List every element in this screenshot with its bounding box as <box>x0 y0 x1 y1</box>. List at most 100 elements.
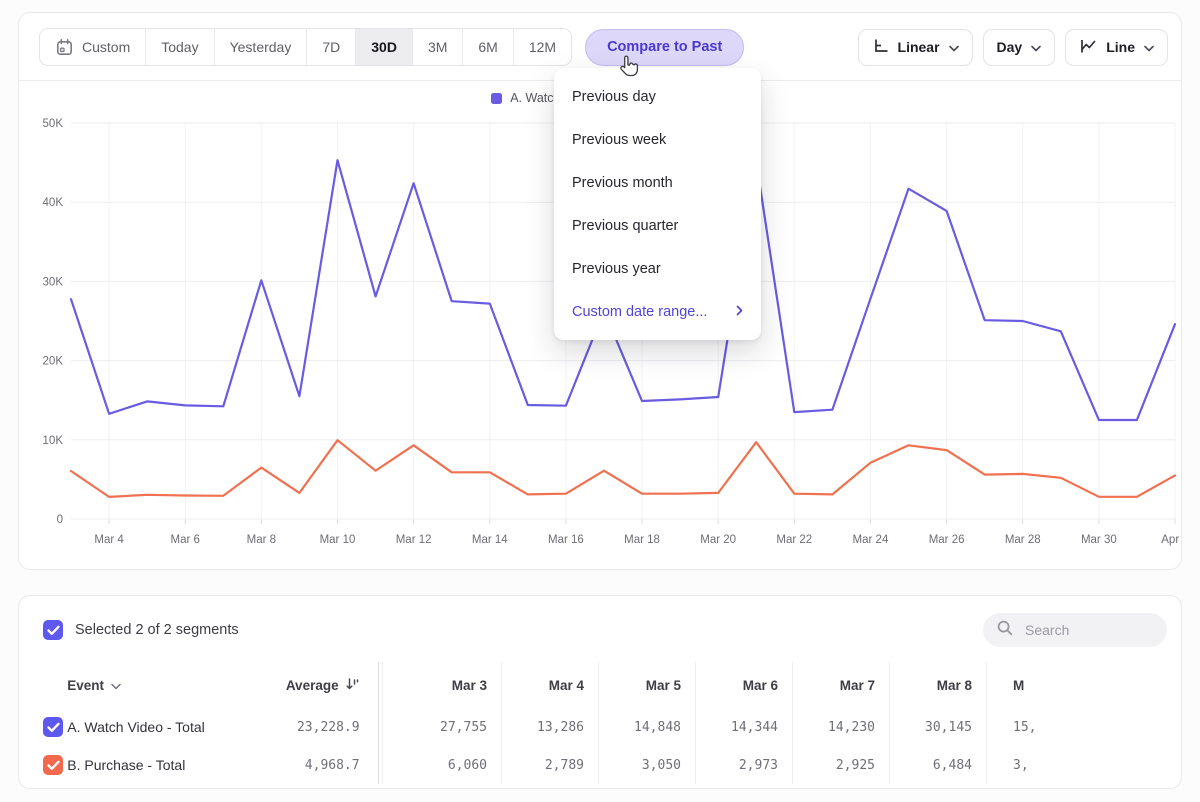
date-value-cell: 3, <box>987 746 1084 784</box>
date-value-cell: 3,050 <box>599 746 696 784</box>
table-body: A. Watch Video - Total23,228.9 27,75513,2… <box>19 708 1181 784</box>
y-axis-label: 50K <box>43 118 64 130</box>
interval-select-button[interactable]: Day <box>983 29 1056 66</box>
search-input[interactable] <box>1023 621 1154 639</box>
table-top-bar: Selected 2 of 2 segments <box>19 596 1181 662</box>
date-range-group: CustomTodayYesterday7D30D3M6M12M <box>39 28 572 66</box>
scale-select-button[interactable]: Linear <box>858 29 973 66</box>
y-axis-label: 20K <box>43 356 64 368</box>
x-axis-label: Mar 14 <box>472 534 508 546</box>
menu-item-custom-date-range[interactable]: Custom date range... <box>554 290 761 333</box>
date-column-header[interactable]: Mar 7 <box>793 662 890 708</box>
date-preset-today[interactable]: Today <box>146 29 214 65</box>
selection-summary: Selected 2 of 2 segments <box>75 622 239 638</box>
date-value-cell: 14,848 <box>599 708 696 746</box>
chart-controls: Linear Day Line <box>858 29 1168 66</box>
chart-type-select-button[interactable]: Line <box>1065 29 1168 66</box>
date-preset-3m[interactable]: 3M <box>413 29 463 65</box>
x-axis-label: Apr 1 <box>1161 534 1183 546</box>
date-value-cell: 14,344 <box>696 708 793 746</box>
chevron-down-icon <box>1144 39 1154 55</box>
search-box[interactable] <box>983 613 1167 647</box>
analytics-report-page: CustomTodayYesterday7D30D3M6M12M Compare… <box>0 0 1200 802</box>
y-axis-label: 0 <box>57 514 63 526</box>
date-value-cell: 15, <box>987 708 1084 746</box>
x-axis-label: Mar 24 <box>853 534 889 546</box>
date-value-cell: 6,484 <box>890 746 987 784</box>
date-value-cell: 6,060 <box>405 746 502 784</box>
sort-descending-icon <box>345 677 360 694</box>
event-label: A. Watch Video - Total <box>67 708 282 746</box>
event-column-header[interactable]: Event <box>67 662 282 708</box>
chevron-down-icon <box>111 678 121 693</box>
date-value-cell: 2,973 <box>696 746 793 784</box>
date-value-cell: 2,789 <box>502 746 599 784</box>
x-axis-label: Mar 6 <box>171 534 200 546</box>
date-preset-12m[interactable]: 12M <box>514 29 571 65</box>
date-preset-30d[interactable]: 30D <box>356 29 413 65</box>
mouse-pointer-hand-cursor <box>617 54 641 85</box>
y-axis-label: 10K <box>43 435 64 447</box>
x-axis-label: Mar 28 <box>1005 534 1041 546</box>
menu-item-previous-month[interactable]: Previous month <box>554 161 761 204</box>
search-icon <box>996 619 1014 642</box>
y-axis-label: 30K <box>43 276 64 288</box>
date-preset-yesterday[interactable]: Yesterday <box>215 29 308 65</box>
legend-swatch <box>491 93 502 104</box>
date-value-cell: 13,286 <box>502 708 599 746</box>
x-axis-label: Mar 22 <box>776 534 812 546</box>
x-axis-label: Mar 10 <box>320 534 356 546</box>
date-column-header[interactable]: Mar 6 <box>696 662 793 708</box>
chart-line-b-purchase[interactable] <box>71 440 1175 497</box>
date-column-header[interactable]: M <box>987 662 1084 708</box>
average-value: 4,968.7 <box>282 746 379 784</box>
date-column-headers: Mar 3Mar 4Mar 5Mar 6Mar 7Mar 8M <box>405 662 1181 708</box>
average-column-header[interactable]: Average <box>282 662 379 708</box>
date-column-header[interactable]: Mar 5 <box>599 662 696 708</box>
x-axis-label: Mar 26 <box>929 534 965 546</box>
table-row: B. Purchase - Total4,968.7 6,0602,7893,05… <box>19 746 1181 784</box>
date-column-header[interactable]: Mar 3 <box>405 662 502 708</box>
x-axis-label: Mar 20 <box>700 534 736 546</box>
date-value-cell: 2,925 <box>793 746 890 784</box>
menu-item-previous-quarter[interactable]: Previous quarter <box>554 204 761 247</box>
table-header-row: Event Average Mar 3Mar 4Mar 5Mar 6Mar 7M… <box>19 662 1181 708</box>
x-axis-label: Mar 4 <box>94 534 124 546</box>
date-preset-6m[interactable]: 6M <box>463 29 513 65</box>
event-label: B. Purchase - Total <box>67 746 282 784</box>
menu-item-previous-week[interactable]: Previous week <box>554 118 761 161</box>
segments-table-card: Selected 2 of 2 segments Event Average <box>18 595 1182 789</box>
line-chart-icon <box>1079 38 1097 57</box>
chevron-down-icon <box>1031 39 1041 55</box>
date-preset-7d[interactable]: 7D <box>307 29 356 65</box>
select-all-checkbox[interactable] <box>43 620 63 640</box>
calendar-icon <box>55 38 74 57</box>
menu-item-previous-year[interactable]: Previous year <box>554 247 761 290</box>
chart-type-label: Line <box>1106 39 1135 55</box>
x-axis-label: Mar 12 <box>396 534 432 546</box>
compare-dropdown-menu: Previous dayPrevious weekPrevious monthP… <box>554 68 761 340</box>
chart-card: CustomTodayYesterday7D30D3M6M12M Compare… <box>18 12 1182 570</box>
x-axis-label: Mar 8 <box>247 534 276 546</box>
chevron-right-icon <box>736 304 743 320</box>
compare-to-past-button[interactable]: Compare to Past <box>585 29 744 66</box>
average-value: 23,228.9 <box>282 708 379 746</box>
date-value-cell: 27,755 <box>405 708 502 746</box>
date-value-cell: 14,230 <box>793 708 890 746</box>
y-axis-label: 40K <box>43 197 64 209</box>
row-checkbox[interactable] <box>43 755 63 775</box>
date-value-cell: 30,145 <box>890 708 987 746</box>
scale-label: Linear <box>898 39 940 55</box>
interval-label: Day <box>997 39 1023 55</box>
row-checkbox[interactable] <box>43 717 63 737</box>
x-axis-label: Mar 18 <box>624 534 660 546</box>
date-column-header[interactable]: Mar 4 <box>502 662 599 708</box>
x-axis-label: Mar 30 <box>1081 534 1117 546</box>
linear-axis-icon <box>872 37 889 57</box>
chevron-down-icon <box>949 39 959 55</box>
date-preset-custom[interactable]: Custom <box>40 29 146 65</box>
date-column-header[interactable]: Mar 8 <box>890 662 987 708</box>
x-axis-label: Mar 16 <box>548 534 584 546</box>
menu-item-previous-day[interactable]: Previous day <box>554 75 761 118</box>
table-row: A. Watch Video - Total23,228.9 27,75513,2… <box>19 708 1181 746</box>
